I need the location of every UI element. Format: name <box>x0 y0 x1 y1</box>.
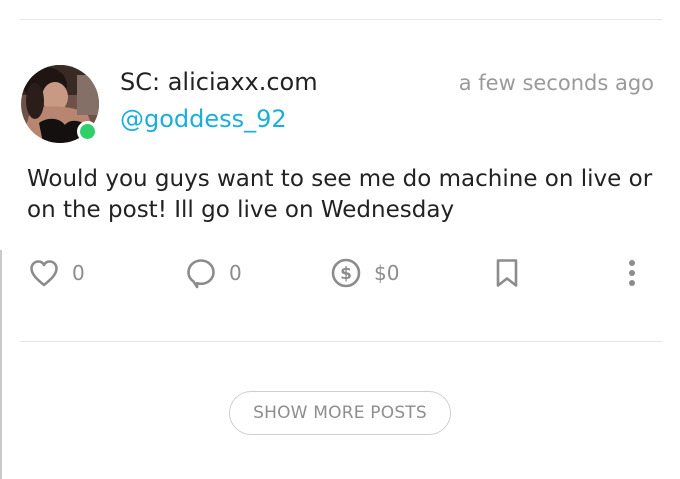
post-divider <box>20 341 662 342</box>
bookmark-button[interactable] <box>494 257 520 289</box>
more-vertical-icon <box>629 260 635 286</box>
dollar-coin-icon: $ <box>331 258 361 288</box>
post-timestamp[interactable]: a few seconds ago <box>459 71 654 95</box>
bookmark-icon <box>496 259 518 287</box>
author-handle[interactable]: @goddess_92 <box>120 105 287 133</box>
show-more-posts-button[interactable]: SHOW MORE POSTS <box>229 391 451 435</box>
top-divider <box>20 19 662 20</box>
like-count: 0 <box>72 261 85 285</box>
feed-page: SC: aliciaxx.com @goddess_92 a few secon… <box>0 0 680 479</box>
tip-amount: $0 <box>374 261 400 285</box>
comment-bubble-icon <box>187 259 215 289</box>
comment-count: 0 <box>229 261 242 285</box>
post-body-text: Would you guys want to see me do machine… <box>27 166 653 223</box>
like-button[interactable]: 0 <box>28 257 85 289</box>
tip-button[interactable]: $ $0 <box>330 257 399 289</box>
svg-text:$: $ <box>340 264 352 284</box>
more-options-button[interactable] <box>624 257 640 289</box>
scroll-edge <box>0 250 2 479</box>
online-status-dot <box>77 121 98 142</box>
comment-button[interactable]: 0 <box>185 257 242 289</box>
heart-icon <box>30 260 58 287</box>
author-display-name[interactable]: SC: aliciaxx.com <box>120 68 318 96</box>
